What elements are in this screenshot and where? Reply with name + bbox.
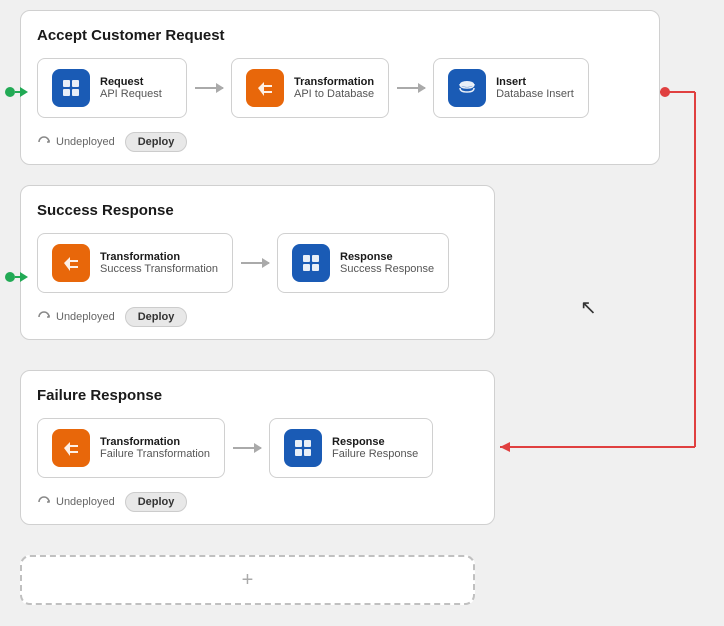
transformation-icon	[246, 69, 284, 107]
group-accept-customer-request: Accept Customer Request Request API Requ…	[20, 10, 660, 165]
undeployed-text-success: Undeployed	[56, 311, 115, 323]
node-insert-sublabel: Database Insert	[496, 88, 574, 100]
group-title-accept: Accept Customer Request	[37, 27, 643, 44]
deploy-button-accept[interactable]: Deploy	[125, 132, 188, 152]
canvas: Accept Customer Request Request API Requ…	[0, 0, 724, 626]
node-success-transform-label: Transformation	[100, 251, 218, 263]
nodes-row-success: Transformation Success Transformation	[37, 233, 478, 293]
node-insert-label: Insert	[496, 76, 574, 88]
nodes-row-failure: Transformation Failure Transformation	[37, 418, 478, 478]
node-transformation-sublabel: API to Database	[294, 88, 374, 100]
group-title-failure: Failure Response	[37, 387, 478, 404]
exit-dot-accept	[660, 87, 670, 97]
arrow-failure	[233, 447, 261, 449]
arrow-success	[241, 262, 269, 264]
node-success-response-label: Response	[340, 251, 434, 263]
deploy-button-success[interactable]: Deploy	[125, 307, 188, 327]
node-success-transformation[interactable]: Transformation Success Transformation	[37, 233, 233, 293]
node-failure-transform-label: Transformation	[100, 436, 210, 448]
node-transformation-label: Transformation	[294, 76, 374, 88]
node-transformation[interactable]: Transformation API to Database	[231, 58, 389, 118]
undeployed-status-failure: Undeployed	[37, 495, 115, 509]
node-failure-response-label: Response	[332, 436, 418, 448]
node-request-sublabel: API Request	[100, 88, 162, 100]
node-success-transform-sublabel: Success Transformation	[100, 263, 218, 275]
refresh-icon	[37, 135, 51, 149]
node-failure-transformation[interactable]: Transformation Failure Transformation	[37, 418, 225, 478]
entry-line-success	[15, 276, 21, 278]
insert-icon	[448, 69, 486, 107]
failure-response-icon	[284, 429, 322, 467]
group-footer-accept: Undeployed Deploy	[37, 132, 643, 152]
undeployed-text-failure: Undeployed	[56, 496, 115, 508]
add-group-button[interactable]: +	[20, 555, 475, 605]
cursor-indicator: ↖	[580, 295, 597, 320]
entry-dot-success	[5, 272, 15, 282]
failure-transformation-icon	[52, 429, 90, 467]
add-icon: +	[242, 569, 254, 592]
group-footer-success: Undeployed Deploy	[37, 307, 478, 327]
undeployed-status-accept: Undeployed	[37, 135, 115, 149]
node-failure-transform-sublabel: Failure Transformation	[100, 448, 210, 460]
node-success-response[interactable]: Response Success Response	[277, 233, 449, 293]
node-insert[interactable]: Insert Database Insert	[433, 58, 589, 118]
entry-dot-accept	[5, 87, 15, 97]
group-footer-failure: Undeployed Deploy	[37, 492, 478, 512]
group-failure-response: Failure Response Transformation Failure …	[20, 370, 495, 525]
request-icon	[52, 69, 90, 107]
arrow-1	[195, 87, 223, 89]
node-success-response-sublabel: Success Response	[340, 263, 434, 275]
node-failure-response[interactable]: Response Failure Response	[269, 418, 433, 478]
success-response-icon	[292, 244, 330, 282]
entry-arrow-accept	[5, 87, 21, 97]
entry-line-accept	[15, 91, 21, 93]
group-title-success: Success Response	[37, 202, 478, 219]
group-success-response: Success Response Transformation Success …	[20, 185, 495, 340]
undeployed-status-success: Undeployed	[37, 310, 115, 324]
node-request-label: Request	[100, 76, 162, 88]
undeployed-text-accept: Undeployed	[56, 136, 115, 148]
refresh-icon-success	[37, 310, 51, 324]
entry-arrow-success	[5, 272, 21, 282]
deploy-button-failure[interactable]: Deploy	[125, 492, 188, 512]
arrow-2	[397, 87, 425, 89]
node-failure-response-sublabel: Failure Response	[332, 448, 418, 460]
node-request[interactable]: Request API Request	[37, 58, 187, 118]
success-transformation-icon	[52, 244, 90, 282]
refresh-icon-failure	[37, 495, 51, 509]
nodes-row-accept: Request API Request Transformation API t…	[37, 58, 643, 118]
